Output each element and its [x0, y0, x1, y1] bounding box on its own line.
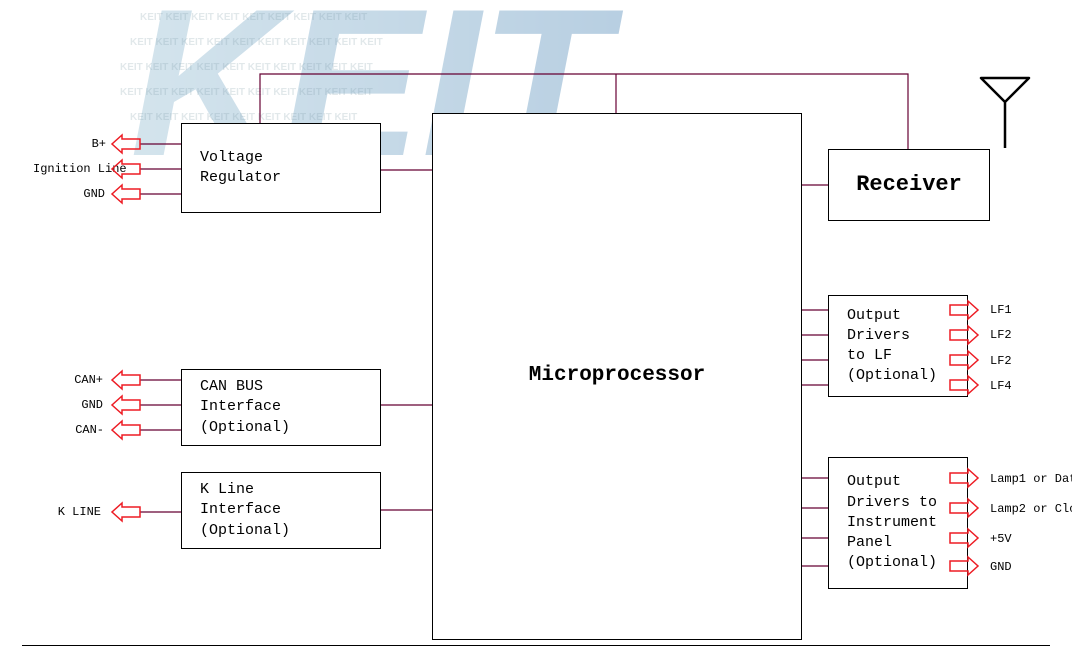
pin-arrows — [0, 0, 1072, 660]
